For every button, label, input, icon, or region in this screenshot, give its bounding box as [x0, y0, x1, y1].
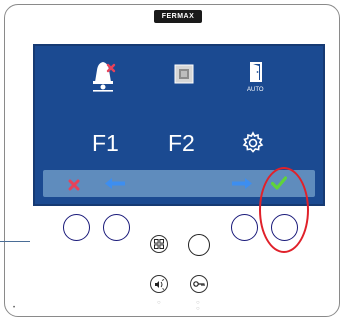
f1-label[interactable]: F1 [92, 130, 119, 157]
brand-logo-text: FERMAX [161, 13, 195, 20]
brand-logo: FERMAX [154, 10, 202, 23]
key-button[interactable] [190, 275, 208, 293]
key-icon [193, 281, 205, 287]
bell-muted-icon[interactable] [87, 58, 119, 92]
led-indicator-right-lower: ○ [196, 306, 200, 312]
touch-button-cancel[interactable] [63, 214, 90, 241]
led-indicator-left: ○ [157, 300, 161, 306]
cancel-icon[interactable] [68, 178, 80, 191]
highlight-ring [259, 167, 309, 253]
round-button[interactable] [188, 234, 210, 256]
auto-label: AUTO [247, 87, 264, 93]
sound-icon [154, 278, 164, 290]
arrow-left-icon[interactable] [104, 177, 126, 190]
arrow-right-icon[interactable] [231, 177, 253, 190]
menu-grid-icon [154, 239, 164, 249]
sound-button[interactable] [150, 275, 168, 293]
gear-icon[interactable] [241, 131, 265, 155]
corner-dot: • [13, 305, 16, 311]
touch-button-left[interactable] [103, 214, 130, 241]
leader-line [0, 241, 30, 242]
f2-label[interactable]: F2 [168, 130, 195, 157]
door-auto-icon[interactable] [246, 61, 266, 83]
touch-button-right[interactable] [231, 214, 258, 241]
menu-grid-button[interactable] [150, 235, 168, 253]
image-gallery-icon[interactable] [174, 64, 194, 84]
